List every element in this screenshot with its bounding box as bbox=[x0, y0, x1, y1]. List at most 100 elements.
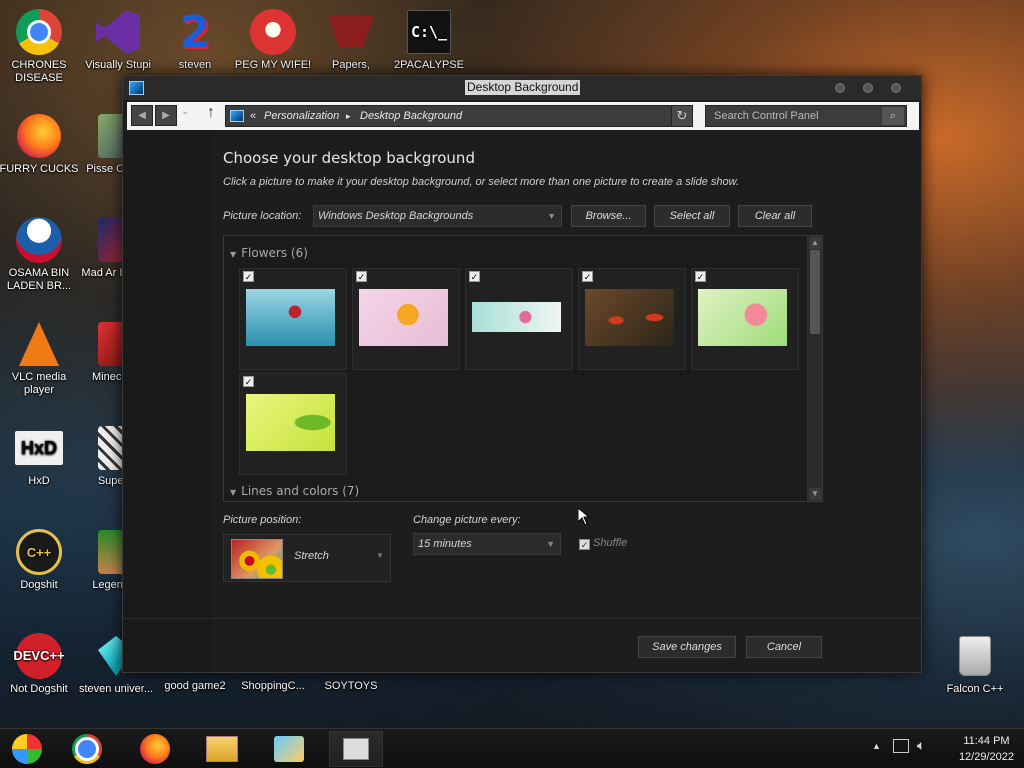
desktop-icon-label: steven univer... bbox=[79, 683, 153, 695]
desktop-icon-falcon-cpp[interactable]: Falcon C++ bbox=[935, 632, 1015, 696]
title-bar[interactable]: Desktop Background bbox=[123, 76, 921, 100]
volume-icon[interactable]: 🔈︎ bbox=[917, 737, 925, 754]
breadcrumb[interactable]: « Personalization ▸ Desktop Background bbox=[225, 105, 693, 127]
wallpaper-thumbnail[interactable]: ✓ bbox=[239, 268, 347, 370]
desktop-icon-label: PEG MY WIFE! bbox=[234, 59, 312, 71]
show-hidden-icons-icon[interactable]: ▲ bbox=[872, 741, 881, 751]
network-icon[interactable] bbox=[893, 739, 909, 753]
desktop-icon-papers[interactable]: Papers, bbox=[311, 8, 391, 72]
chevron-down-icon: ▼ bbox=[546, 539, 555, 549]
breadcrumb-personalization[interactable]: Personalization bbox=[264, 106, 339, 126]
thumbnail-checkbox[interactable]: ✓ bbox=[582, 271, 593, 282]
close-button[interactable] bbox=[891, 83, 901, 93]
group-header-flowers[interactable]: ▼ Flowers (6) bbox=[230, 246, 308, 260]
thumbnail-checkbox[interactable]: ✓ bbox=[695, 271, 706, 282]
wallpaper-thumbnail[interactable]: ✓ bbox=[691, 268, 799, 370]
thumbnail-checkbox[interactable]: ✓ bbox=[243, 376, 254, 387]
change-picture-label: Change picture every: bbox=[413, 514, 521, 526]
address-bar: ◀ ▶ ⌄ ↑ « Personalization ▸ Desktop Back… bbox=[127, 102, 919, 130]
scroll-down-icon[interactable]: ▼ bbox=[809, 488, 821, 500]
system-clock[interactable]: 11:44 PM 12/29/2022 bbox=[959, 733, 1014, 765]
cmd-icon: C:\_ bbox=[407, 10, 451, 54]
change-picture-interval-dropdown[interactable]: 15 minutes ▼ bbox=[413, 533, 561, 555]
desktop-icon-vlc[interactable]: VLC media player bbox=[0, 320, 79, 397]
up-arrow-icon[interactable]: ↑ bbox=[207, 104, 215, 122]
picture-location-value: Windows Desktop Backgrounds bbox=[318, 210, 474, 222]
search-input[interactable]: Search Control Panel ⌕ bbox=[705, 105, 907, 127]
chrome-icon bbox=[16, 9, 62, 55]
clear-all-button[interactable]: Clear all bbox=[738, 205, 812, 227]
desktop-icon-steven[interactable]: 2 steven bbox=[155, 8, 235, 72]
desktop-icon-osama-bin-laden[interactable]: OSAMA BIN LADEN BR... bbox=[0, 216, 79, 293]
flower-image bbox=[246, 394, 335, 451]
desktop-icon-label: ShoppingC... bbox=[241, 680, 305, 692]
page-title: Choose your desktop background bbox=[223, 149, 475, 167]
breadcrumb-overflow-icon[interactable]: « bbox=[250, 106, 256, 126]
taskbar-file-explorer[interactable] bbox=[195, 731, 249, 767]
desktop-icon-good-game2[interactable]: good game2 bbox=[155, 680, 235, 693]
desktop-icon-label: 2PACALYPSE bbox=[394, 59, 464, 71]
scrollbar-thumb[interactable] bbox=[810, 250, 820, 334]
back-button[interactable]: ◀ bbox=[131, 105, 153, 126]
search-icon[interactable]: ⌕ bbox=[882, 107, 904, 125]
maximize-button[interactable] bbox=[863, 83, 873, 93]
save-changes-button[interactable]: Save changes bbox=[638, 636, 736, 658]
picture-location-dropdown[interactable]: Windows Desktop Backgrounds ▼ bbox=[313, 205, 562, 227]
hxd-icon: HxD bbox=[15, 431, 63, 465]
file-explorer-icon bbox=[206, 736, 238, 762]
desktop-icon-label: steven bbox=[178, 59, 212, 71]
wallpaper-thumbnail[interactable]: ✓ bbox=[239, 373, 347, 475]
refresh-button[interactable]: ↻ bbox=[671, 105, 693, 127]
wallpaper-thumbnail[interactable]: ✓ bbox=[578, 268, 686, 370]
taskbar-firefox[interactable] bbox=[128, 731, 182, 767]
desktop-icon-chrones-disease[interactable]: CHRONES DISEASE bbox=[0, 8, 79, 85]
picture-position-value: Stretch bbox=[294, 550, 329, 562]
footer-divider bbox=[123, 618, 921, 619]
desktop-icon-label: Falcon C++ bbox=[946, 683, 1004, 695]
desktop-icon-shoppingc[interactable]: ShoppingC... bbox=[233, 680, 313, 693]
gallery-scrollbar[interactable]: ▲ ▼ bbox=[807, 236, 822, 501]
desktop-icon-label: Not Dogshit bbox=[10, 683, 68, 695]
desktop-icon-label: Visually Stupi bbox=[85, 59, 151, 71]
desktop-icon-dogshit[interactable]: C++ Dogshit bbox=[0, 528, 79, 592]
desktop-icon-label: Papers, bbox=[332, 59, 370, 71]
control-panel-icon bbox=[230, 110, 244, 122]
thumbnail-checkbox[interactable]: ✓ bbox=[243, 271, 254, 282]
cancel-button[interactable]: Cancel bbox=[746, 636, 822, 658]
desktop-icon-visually-stupid[interactable]: Visually Stupi bbox=[78, 8, 158, 72]
desktop-icon-furry-cucks[interactable]: FURRY CUCKS bbox=[0, 112, 79, 176]
taskbar-control-panel[interactable] bbox=[262, 731, 316, 767]
taskbar-explorer[interactable] bbox=[0, 731, 54, 767]
wallpaper-thumbnail[interactable]: ✓ bbox=[465, 268, 573, 370]
desktop-icon-soytoys[interactable]: SOYTOYS bbox=[311, 680, 391, 693]
desktop-icon-2pacalypse[interactable]: C:\_ 2PACALYPSE bbox=[389, 8, 469, 72]
collapse-icon: ▼ bbox=[230, 488, 237, 497]
thumbnail-checkbox[interactable]: ✓ bbox=[356, 271, 367, 282]
shuffle-checkbox[interactable]: ✓ bbox=[579, 539, 590, 550]
select-all-button[interactable]: Select all bbox=[654, 205, 730, 227]
desktop-icon-hxd[interactable]: HxD HxD bbox=[0, 424, 79, 488]
browse-button[interactable]: Browse... bbox=[571, 205, 646, 227]
firefox-icon bbox=[17, 114, 61, 158]
desktop-icon-peg-my-wife[interactable]: PEG MY WIFE! bbox=[233, 8, 313, 72]
cpp-icon: C++ bbox=[16, 529, 62, 575]
breadcrumb-desktop-background[interactable]: Desktop Background bbox=[360, 106, 462, 126]
desktop-icon-not-dogshit[interactable]: DEV C++ Not Dogshit bbox=[0, 632, 79, 696]
taskbar-chrome[interactable] bbox=[60, 731, 114, 767]
window-title: Desktop Background bbox=[465, 80, 581, 95]
recent-pages-icon[interactable]: ⌄ bbox=[181, 106, 189, 117]
forward-button[interactable]: ▶ bbox=[155, 105, 177, 126]
taskbar-active-window[interactable] bbox=[329, 731, 383, 767]
minimize-button[interactable] bbox=[835, 83, 845, 93]
scroll-up-icon[interactable]: ▲ bbox=[809, 237, 821, 249]
wallpaper-thumbnail[interactable]: ✓ bbox=[352, 268, 460, 370]
flower-image bbox=[585, 289, 674, 346]
position-preview-image bbox=[231, 539, 283, 579]
picture-gallery: ▼ Flowers (6) ✓ ✓ ✓ ✓ ✓ ✓ ▼ Lines and colo… bbox=[223, 235, 823, 502]
breadcrumb-arrow-icon: ▸ bbox=[346, 111, 351, 121]
clock-time: 11:44 PM bbox=[963, 735, 1010, 747]
picture-position-dropdown[interactable]: Stretch ▼ bbox=[223, 534, 391, 582]
chevron-down-icon: ▼ bbox=[547, 211, 556, 221]
thumbnail-checkbox[interactable]: ✓ bbox=[469, 271, 480, 282]
group-header-lines-and-colors[interactable]: ▼ Lines and colors (7) bbox=[230, 484, 359, 498]
